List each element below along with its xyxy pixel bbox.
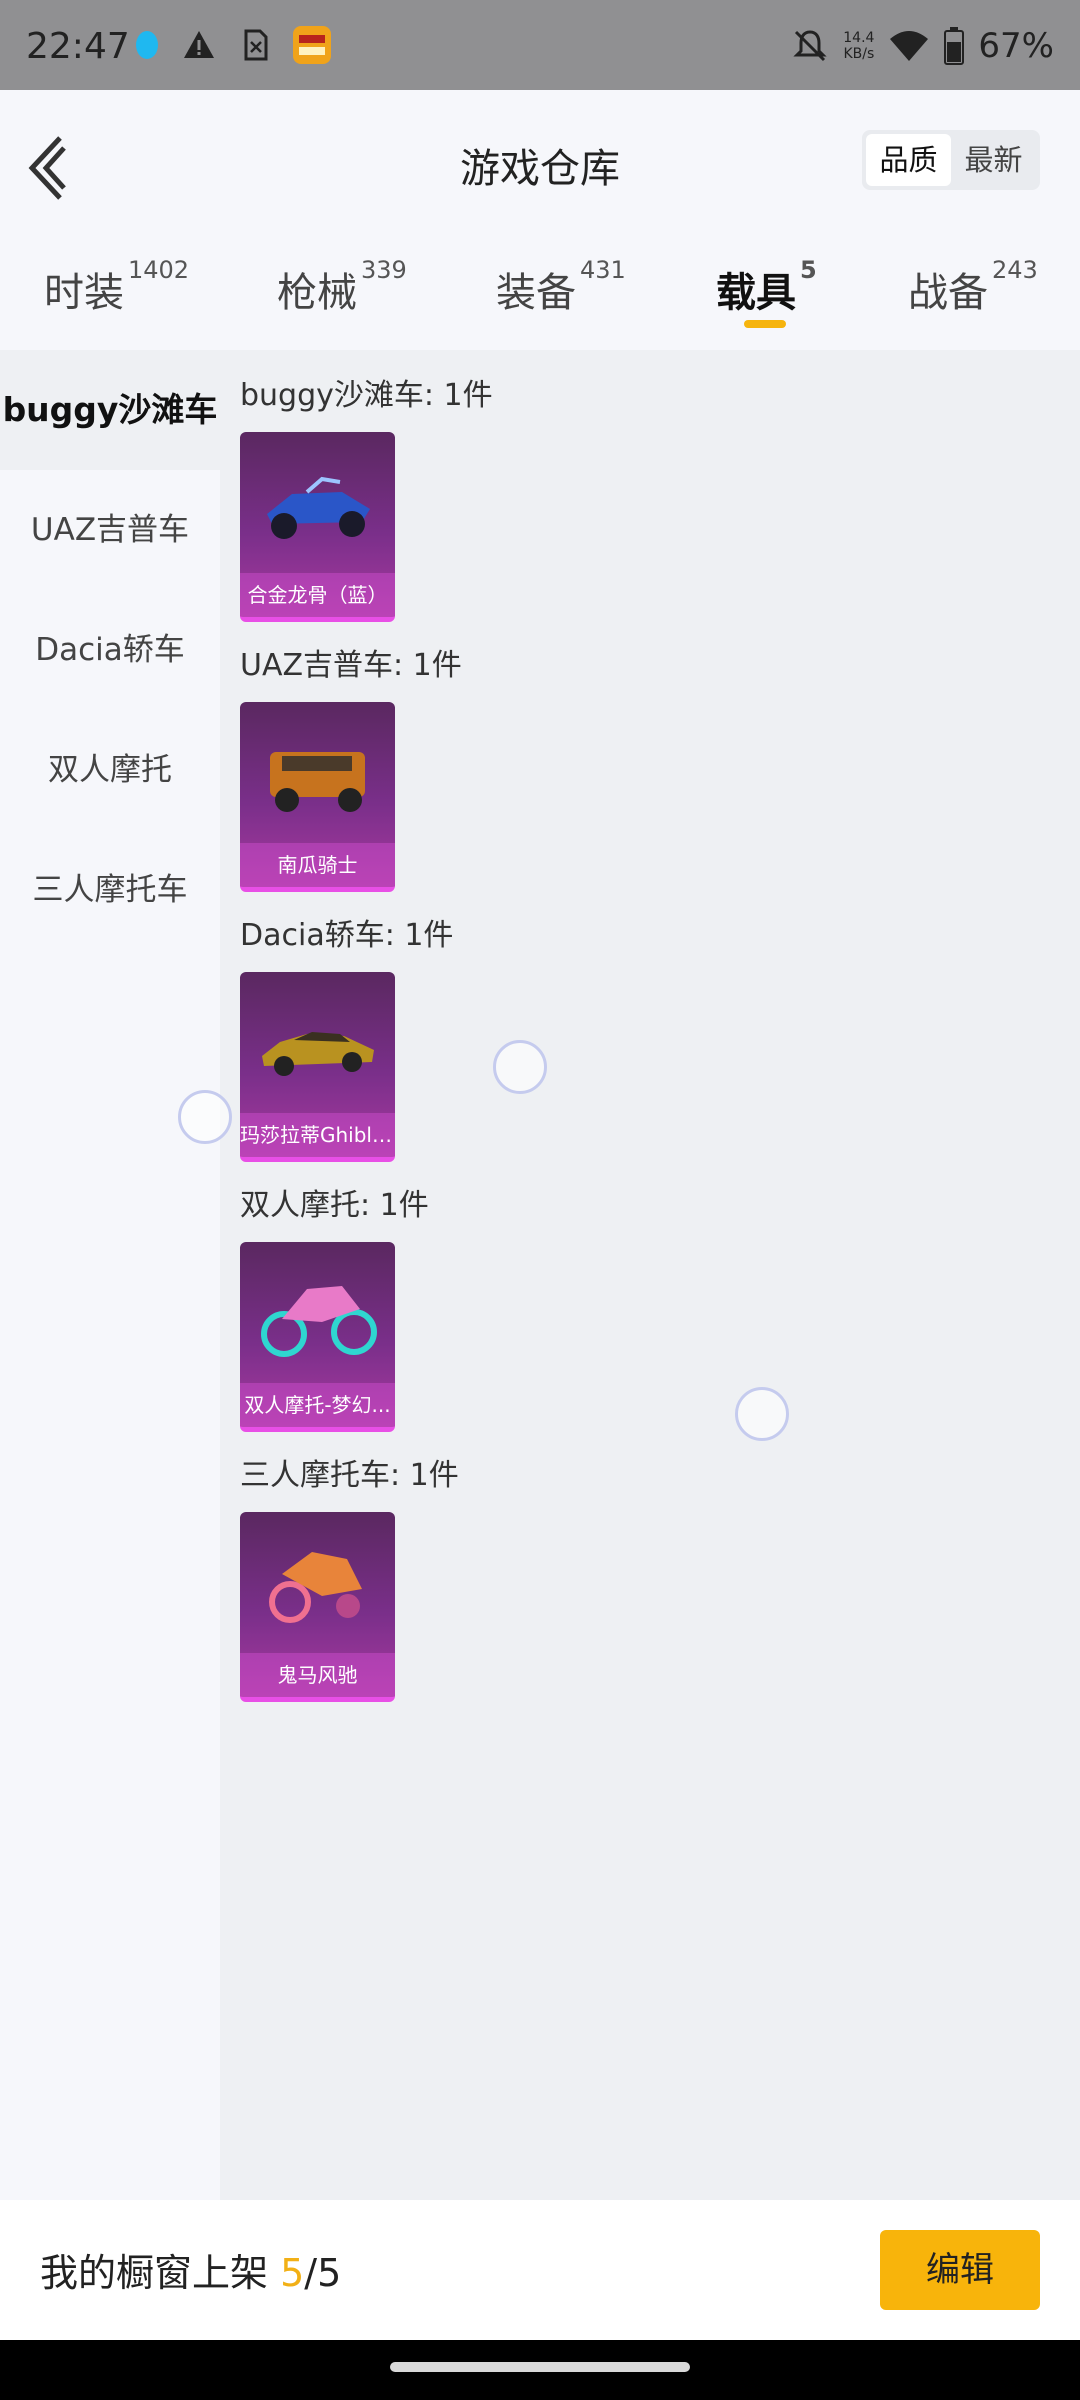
- buggy-image: [267, 476, 370, 539]
- system-nav-bar: [0, 2340, 1080, 2400]
- tab-count: 431: [580, 256, 626, 284]
- battery-percent: 67%: [978, 26, 1054, 66]
- tab-fashion[interactable]: 时装 1402: [44, 256, 189, 318]
- net-speed-value: 14.4: [843, 30, 875, 46]
- active-tab-indicator: [744, 320, 786, 328]
- sim-off-icon: [244, 29, 268, 61]
- item-name: 双人摩托-梦幻...: [240, 1383, 395, 1427]
- item-card[interactable]: 玛莎拉蒂Ghibli(...: [240, 972, 395, 1162]
- group-title: Dacia轿车: 1件: [240, 918, 454, 953]
- battery-icon: [944, 27, 965, 65]
- home-gesture-bar[interactable]: [390, 2362, 690, 2372]
- status-right-group: 14.4 KB/s 67%: [791, 26, 1054, 66]
- touch-indicator: [493, 1040, 547, 1094]
- app-header: 游戏仓库 品质 最新 时装 1402 枪械 339 装备 431 载具 5 战备 243: [0, 90, 1080, 350]
- trike-image: [269, 1552, 362, 1623]
- tab-count: 5: [800, 256, 817, 284]
- item-card[interactable]: 鬼马风驰: [240, 1512, 395, 1702]
- sidebar-item-motorbike[interactable]: 双人摩托: [0, 710, 220, 830]
- status-time: 22:47: [26, 26, 130, 67]
- tab-vehicles[interactable]: 载具 5: [716, 256, 817, 318]
- item-name: 合金龙骨（蓝）: [240, 573, 395, 617]
- tab-supplies[interactable]: 战备 243: [908, 256, 1038, 318]
- sidebar-item-trike[interactable]: 三人摩托车: [0, 830, 220, 950]
- tab-equipment[interactable]: 装备 431: [496, 256, 626, 318]
- tab-guns[interactable]: 枪械 339: [277, 256, 407, 318]
- sort-newest-button[interactable]: 最新: [951, 134, 1036, 186]
- group-title: buggy沙滩车: 1件: [240, 378, 493, 413]
- qq-icon: [136, 31, 158, 59]
- mute-bell-icon: [793, 30, 827, 62]
- tab-label: 枪械: [277, 270, 357, 316]
- showcase-label: 我的橱窗上架: [40, 2251, 269, 2295]
- sort-quality-button[interactable]: 品质: [866, 134, 951, 186]
- item-name: 玛莎拉蒂Ghibli(...: [240, 1113, 395, 1157]
- showcase-status: 我的橱窗上架 5/5: [40, 2242, 341, 2297]
- tab-label: 时装: [44, 270, 124, 316]
- item-name: 南瓜骑士: [240, 843, 395, 887]
- vehicle-list: buggy沙滩车: 1件 合金龙骨（蓝） UAZ吉普车: 1件 南瓜骑士 Dac…: [220, 350, 1080, 2200]
- tab-count: 243: [992, 256, 1038, 284]
- category-tabs: 时装 1402 枪械 339 装备 431 载具 5 战备 243: [0, 256, 1080, 350]
- item-card[interactable]: 双人摩托-梦幻...: [240, 1242, 395, 1432]
- tab-count: 1402: [128, 256, 190, 284]
- group-title: 双人摩托: 1件: [240, 1188, 429, 1223]
- sidebar-item-uaz[interactable]: UAZ吉普车: [0, 470, 220, 590]
- sidebar-item-dacia[interactable]: Dacia轿车: [0, 590, 220, 710]
- status-bar: 22:47 14.4 KB/s 67%: [0, 0, 1080, 90]
- group-title: UAZ吉普车: 1件: [240, 648, 462, 683]
- warning-icon: [184, 31, 214, 58]
- item-card[interactable]: 南瓜骑士: [240, 702, 395, 892]
- sedan-image: [262, 1032, 374, 1076]
- wifi-icon: [890, 31, 929, 61]
- showcase-separator: /: [304, 2251, 318, 2295]
- item-card[interactable]: 合金龙骨（蓝）: [240, 432, 395, 622]
- tab-label: 装备: [496, 270, 576, 316]
- vehicle-type-sidebar: buggy沙滩车 UAZ吉普车 Dacia轿车 双人摩托 三人摩托车: [0, 350, 220, 2200]
- tab-label: 战备: [908, 270, 988, 316]
- jeep-image: [270, 752, 365, 812]
- touch-indicator: [735, 1387, 789, 1441]
- group-title: 三人摩托车: 1件: [240, 1458, 459, 1493]
- touch-indicator: [178, 1090, 232, 1144]
- item-name: 鬼马风驰: [240, 1653, 395, 1697]
- showcase-shown-count: 5: [280, 2251, 305, 2295]
- net-speed-unit: KB/s: [843, 46, 875, 62]
- edit-button[interactable]: 编辑: [880, 2230, 1040, 2310]
- motorbike-image: [261, 1286, 377, 1357]
- sidebar-item-buggy[interactable]: buggy沙滩车: [0, 350, 220, 470]
- net-speed: 14.4 KB/s: [843, 30, 874, 62]
- showcase-total: 5: [317, 2251, 342, 2295]
- tab-label: 载具: [716, 270, 796, 316]
- app-icon: [293, 26, 331, 64]
- tab-count: 339: [361, 256, 407, 284]
- showcase-footer: 我的橱窗上架 5/5 编辑: [0, 2200, 1080, 2340]
- sort-toggle: 品质 最新: [862, 130, 1040, 190]
